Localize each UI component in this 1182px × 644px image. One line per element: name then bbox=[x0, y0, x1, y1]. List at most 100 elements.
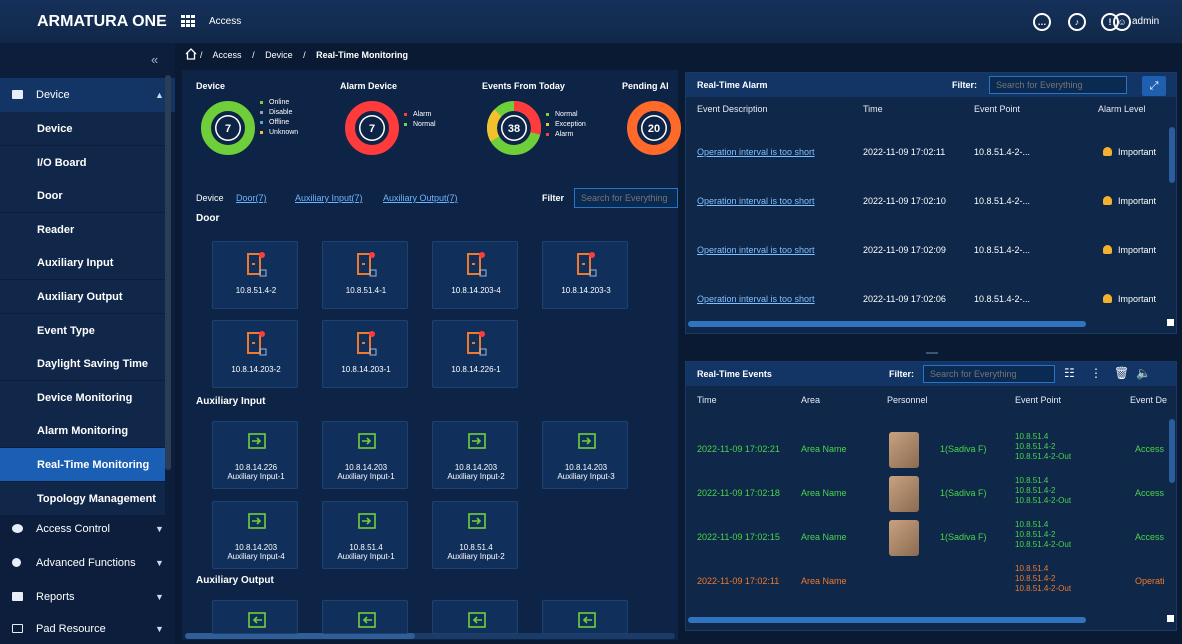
column-event-description[interactable]: Event De bbox=[1130, 395, 1167, 405]
sidebar-item-reader[interactable]: Reader bbox=[0, 212, 165, 247]
door-tile[interactable]: 10.8.51.4-2 bbox=[212, 241, 298, 309]
auxiliary-input-tile[interactable]: 10.8.14.203 Auxiliary Input-1 bbox=[322, 421, 408, 489]
brand-logo[interactable]: ARMATURA ONE bbox=[37, 13, 167, 31]
auxiliary-input-tile[interactable]: 10.8.51.4 Auxiliary Input-2 bbox=[432, 501, 518, 569]
chevron-down-icon: ▼ bbox=[155, 558, 164, 568]
column-time[interactable]: Time bbox=[697, 395, 717, 405]
donut-chart-1[interactable]: 7 bbox=[342, 98, 402, 158]
sidebar-item-event-type[interactable]: Event Type bbox=[0, 313, 165, 348]
module-name[interactable]: Access bbox=[209, 16, 241, 27]
pad-icon bbox=[12, 624, 23, 633]
sidebar-item-device[interactable]: Device bbox=[0, 112, 165, 146]
donut-chart-2[interactable]: 38 bbox=[484, 98, 544, 158]
column-event-description[interactable]: Event Description bbox=[697, 104, 768, 114]
alarm-horizontal-scrollbar[interactable] bbox=[688, 321, 1086, 327]
door-tile[interactable]: 10.8.14.203-1 bbox=[322, 320, 408, 388]
door-tile[interactable]: 10.8.14.203-2 bbox=[212, 320, 298, 388]
auxiliary-input-tile[interactable]: 10.8.14.203 Auxiliary Input-2 bbox=[432, 421, 518, 489]
sidebar-section-reports[interactable]: Reports ▼ bbox=[0, 580, 175, 614]
donut-chart-0[interactable]: 7 bbox=[198, 98, 258, 158]
sidebar-section-advanced-functions[interactable]: Advanced Functions ▼ bbox=[0, 546, 175, 580]
sidebar-item-i-o-board[interactable]: I/O Board bbox=[0, 145, 165, 180]
door-name: 10.8.14.203-4 bbox=[451, 286, 501, 295]
device-search-input[interactable] bbox=[574, 188, 678, 208]
breadcrumb-device[interactable]: Device bbox=[265, 50, 293, 60]
collapse-sidebar-icon[interactable]: « bbox=[151, 52, 158, 67]
sidebar-scrollbar[interactable] bbox=[165, 75, 171, 470]
sidebar-section-access-control[interactable]: Access Control ▼ bbox=[0, 512, 175, 546]
auxiliary-input-tile[interactable]: 10.8.14.226 Auxiliary Input-1 bbox=[212, 421, 298, 489]
auxiliary-output-tile[interactable] bbox=[212, 600, 298, 634]
panel-resize-handle[interactable] bbox=[926, 352, 938, 354]
event-personnel[interactable]: 1(Sadiva F) bbox=[940, 532, 987, 542]
door-tile[interactable]: 10.8.51.4-1 bbox=[322, 241, 408, 309]
auxiliary-output-tile[interactable] bbox=[432, 600, 518, 634]
door-icon bbox=[247, 252, 267, 277]
events-horizontal-scrollbar[interactable] bbox=[688, 617, 1086, 623]
door-tile[interactable]: 10.8.14.226-1 bbox=[432, 320, 518, 388]
column-area[interactable]: Area bbox=[801, 395, 820, 405]
sidebar-item-auxiliary-output[interactable]: Auxiliary Output bbox=[0, 280, 165, 314]
alarm-event-description[interactable]: Operation interval is too short bbox=[697, 196, 815, 206]
auxiliary-input-tile[interactable]: 10.8.14.203 Auxiliary Input-4 bbox=[212, 501, 298, 569]
column-personnel[interactable]: Personnel bbox=[887, 395, 928, 405]
stat-legend-2: Normal Exception Alarm bbox=[546, 110, 586, 140]
column-event-point[interactable]: Event Point bbox=[1015, 395, 1061, 405]
door-icon bbox=[357, 331, 377, 356]
alarm-search-input[interactable] bbox=[989, 76, 1127, 94]
chevron-down-icon: ▼ bbox=[155, 624, 164, 634]
donut-chart-3[interactable]: 20 bbox=[624, 98, 684, 158]
alarm-event-description[interactable]: Operation interval is too short bbox=[697, 147, 815, 157]
stat-title-1: Alarm Device bbox=[340, 81, 398, 91]
tab-auxiliary-input[interactable]: Auxiliary Input(7) bbox=[295, 193, 363, 203]
sidebar-item-auxiliary-input[interactable]: Auxiliary Input bbox=[0, 246, 165, 281]
bell-icon[interactable]: ♪ bbox=[1068, 13, 1086, 31]
legend-item: Normal bbox=[404, 120, 436, 130]
app-grid-icon[interactable] bbox=[181, 15, 195, 28]
sidebar-item-topology-management[interactable]: Topology Management bbox=[0, 481, 165, 516]
alarm-event-description[interactable]: Operation interval is too short bbox=[697, 245, 815, 255]
sidebar-item-real-time-monitoring[interactable]: Real-Time Monitoring bbox=[0, 448, 165, 482]
column-alarm-level[interactable]: Alarm Level bbox=[1098, 104, 1146, 114]
event-personnel[interactable]: 1(Sadiva F) bbox=[940, 444, 987, 454]
sidebar-item-daylight-saving-time[interactable]: Daylight Saving Time bbox=[0, 347, 165, 382]
more-icon[interactable]: ⋮ bbox=[1090, 366, 1102, 380]
sidebar-section-device[interactable]: Device ▲ bbox=[0, 78, 175, 112]
column-time[interactable]: Time bbox=[863, 104, 883, 114]
trash-icon[interactable]: 🗑 bbox=[1114, 366, 1129, 380]
tab-door[interactable]: Door(7) bbox=[236, 193, 267, 203]
auxiliary-input-icon bbox=[248, 513, 266, 529]
columns-icon[interactable]: ☷ bbox=[1064, 366, 1075, 380]
sound-icon[interactable]: 🔈 bbox=[1136, 366, 1151, 380]
real-time-alarm-panel: Real-Time Alarm Filter: ⤢ Event Descript… bbox=[685, 72, 1177, 334]
auxiliary-output-icon bbox=[578, 612, 596, 628]
sidebar-section-pad-resource[interactable]: Pad Resource ▼ bbox=[0, 612, 175, 644]
sidebar-item-device-monitoring[interactable]: Device Monitoring bbox=[0, 380, 165, 415]
sidebar-item-door[interactable]: Door bbox=[0, 179, 165, 214]
alarm-vertical-scrollbar[interactable] bbox=[1169, 127, 1175, 183]
alarm-level: Important bbox=[1103, 245, 1156, 255]
user-name[interactable]: admin bbox=[1132, 16, 1159, 27]
expand-icon[interactable]: ⤢ bbox=[1142, 76, 1166, 96]
alarm-level: Important bbox=[1103, 147, 1156, 157]
auxiliary-input-tile[interactable]: 10.8.14.203 Auxiliary Input-3 bbox=[542, 421, 628, 489]
door-tile[interactable]: 10.8.14.203-4 bbox=[432, 241, 518, 309]
auxiliary-input-icon bbox=[468, 433, 486, 449]
user-icon[interactable]: ☺ bbox=[1113, 13, 1131, 31]
auxiliary-output-icon bbox=[248, 612, 266, 628]
auxiliary-output-tile[interactable] bbox=[542, 600, 628, 634]
tab-device[interactable]: Device bbox=[196, 193, 224, 203]
breadcrumb-access[interactable]: Access bbox=[213, 50, 242, 60]
auxiliary-output-tile[interactable] bbox=[322, 600, 408, 634]
door-tile[interactable]: 10.8.14.203-3 bbox=[542, 241, 628, 309]
event-personnel[interactable]: 1(Sadiva F) bbox=[940, 488, 987, 498]
events-search-input[interactable] bbox=[923, 365, 1055, 383]
column-event-point[interactable]: Event Point bbox=[974, 104, 1020, 114]
sidebar-item-alarm-monitoring[interactable]: Alarm Monitoring bbox=[0, 414, 165, 449]
tab-auxiliary-output[interactable]: Auxiliary Output(7) bbox=[383, 193, 458, 203]
auxiliary-input-tile[interactable]: 10.8.51.4 Auxiliary Input-1 bbox=[322, 501, 408, 569]
alarm-event-description[interactable]: Operation interval is too short bbox=[697, 294, 815, 304]
event-point: 10.8.51.4 10.8.51.4-2 10.8.51.4-2-Out bbox=[1015, 564, 1072, 593]
auxiliary-input-name: 10.8.51.4 Auxiliary Input-2 bbox=[447, 543, 505, 561]
chat-icon[interactable]: … bbox=[1033, 13, 1051, 31]
